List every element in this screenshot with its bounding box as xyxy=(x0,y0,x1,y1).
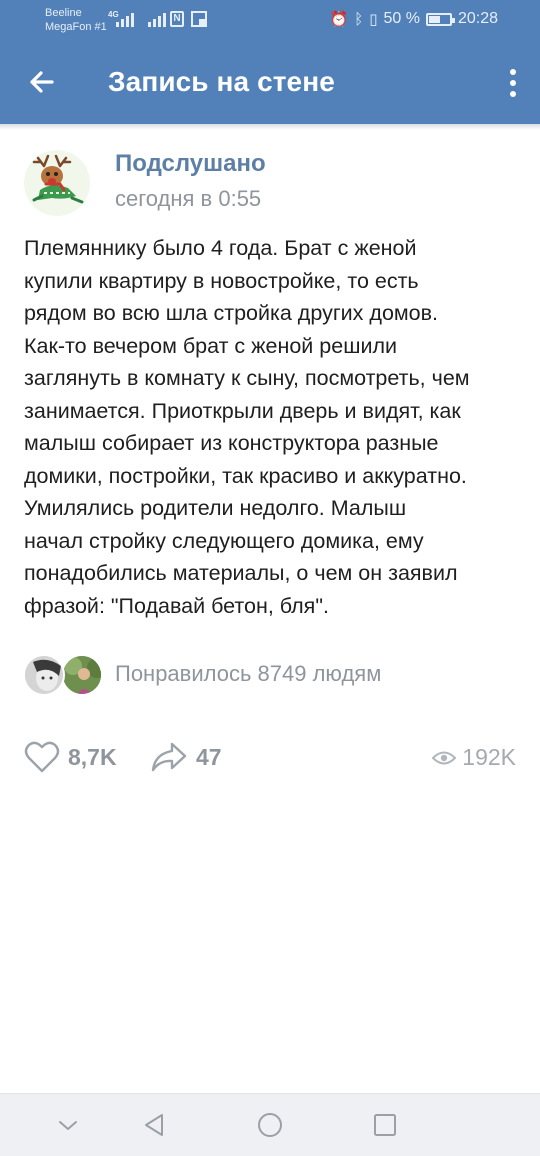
liker-avatar[interactable] xyxy=(61,654,103,696)
share-arrow-icon xyxy=(151,742,187,772)
share-count: 47 xyxy=(196,743,222,770)
community-avatar[interactable] xyxy=(24,150,90,216)
nfc-icon: N xyxy=(170,11,184,27)
notification-icon xyxy=(191,11,207,27)
signal-icon xyxy=(148,11,166,27)
recents-square-icon[interactable] xyxy=(371,1111,399,1139)
arrow-left-icon[interactable] xyxy=(22,62,62,102)
post-text: Племяннику было 4 года. Брат с женой куп… xyxy=(24,232,524,622)
post-text-line: Племяннику было 4 года. Брат с женой xyxy=(24,236,417,260)
post-author[interactable]: Подслушано xyxy=(115,150,266,178)
back-triangle-icon[interactable] xyxy=(140,1111,168,1139)
clock: 20:28 xyxy=(457,10,498,27)
carrier-2: MegaFon #1 xyxy=(45,21,107,33)
app-bar-shadow xyxy=(0,124,540,130)
carrier-names: Beeline MegaFon #1 xyxy=(45,6,107,34)
carrier-1: Beeline xyxy=(45,7,82,19)
top-bar: Beeline MegaFon #1 4G N ⏰ ᛒ ▯ 50 % 20:28… xyxy=(0,0,540,124)
eye-icon xyxy=(432,751,457,764)
post-text-line: понадобились материалы, о чем он заявил xyxy=(24,561,458,585)
more-vertical-icon[interactable] xyxy=(506,66,520,100)
vibrate-icon: ▯ xyxy=(369,11,378,28)
post-text-line: Умилялись родители недолго. Малыш xyxy=(24,496,407,520)
post-text-line: домики, постройки, так красиво и аккурат… xyxy=(24,463,467,488)
like-count: 8,7K xyxy=(68,743,117,770)
post-text-line: начал стройку следующего домика, ему xyxy=(24,528,424,553)
view-count: 192K xyxy=(462,744,516,770)
post-text-line: занимается. Приоткрыли дверь и видят, ка… xyxy=(24,398,461,423)
battery-icon xyxy=(425,12,455,26)
post-text-line: малыш собирает из конструктора разные xyxy=(24,431,439,455)
post-text-line: заглянуть в комнату к сыну, посмотреть, … xyxy=(24,366,470,390)
battery-percent: 50 % xyxy=(383,10,420,27)
status-bar: Beeline MegaFon #1 4G N ⏰ ᛒ ▯ 50 % 20:28 xyxy=(0,0,540,40)
alarm-icon: ⏰ xyxy=(329,11,349,28)
like-button[interactable]: 8,7K xyxy=(24,740,117,774)
status-right: ⏰ ᛒ ▯ 50 % 20:28 xyxy=(330,10,498,28)
deer-logo-icon xyxy=(32,154,84,204)
chevron-down-icon[interactable] xyxy=(54,1111,82,1139)
liker-avatar[interactable] xyxy=(23,654,65,696)
home-circle-icon[interactable] xyxy=(256,1111,284,1139)
bluetooth-icon: ᛒ xyxy=(354,10,364,28)
post-date: сегодня в 0:55 xyxy=(115,186,262,211)
post-text-line: рядом во всю шла стройка других домов. xyxy=(24,301,439,325)
heart-icon xyxy=(24,741,60,773)
post-text-line: Как-то вечером брат с женой решили xyxy=(24,333,398,358)
system-nav-bar xyxy=(0,1093,540,1156)
app-bar: Запись на стене xyxy=(0,40,540,124)
views-counter: 192K xyxy=(432,744,516,771)
post-text-line: купили квартиру в новостройке, то есть xyxy=(24,268,419,293)
liked-by-text[interactable]: Понравилось 8749 людям xyxy=(115,661,381,687)
page-title: Запись на стене xyxy=(108,66,335,97)
signal-icon xyxy=(116,11,134,27)
share-button[interactable]: 47 xyxy=(150,740,222,774)
post-text-line: фразой: "Подавай бетон, бля". xyxy=(24,593,329,618)
